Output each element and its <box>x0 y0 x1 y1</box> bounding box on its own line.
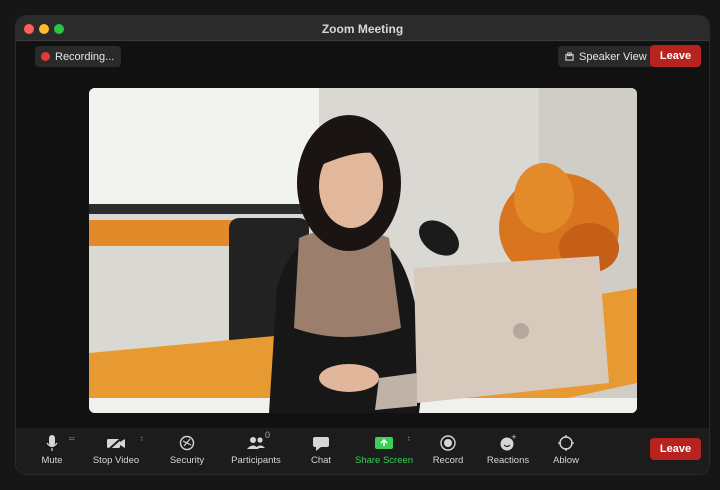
chat-label: Chat <box>310 455 332 466</box>
share-screen-label: Share Screen <box>354 455 414 466</box>
stop-video-label: Stop Video <box>92 455 140 466</box>
grid-icon <box>565 52 574 61</box>
microphone-icon <box>46 435 58 451</box>
window-title: Zoom Meeting <box>321 22 404 36</box>
ablow-icon <box>558 435 574 451</box>
shield-icon <box>179 435 195 451</box>
leave-button[interactable]: Leave <box>650 438 701 460</box>
security-label: Security <box>169 455 205 466</box>
participants-icon <box>247 437 265 449</box>
meeting-toolbar: Mute ═ Stop Video ⠆ Security Participant… <box>16 428 709 474</box>
video-camera-icon <box>107 435 125 451</box>
stop-video-button[interactable]: Stop Video <box>84 433 148 471</box>
leave-button-top[interactable]: Leave <box>650 45 701 67</box>
participants-count: 0 <box>265 430 271 440</box>
recording-dot-icon <box>41 52 50 61</box>
speaker-view-button[interactable]: Speaker View <box>558 46 654 67</box>
recording-label: Recording... <box>55 50 115 63</box>
chat-icon <box>313 437 329 451</box>
reactions-label: Reactions <box>486 455 530 466</box>
participant-video <box>89 88 637 413</box>
chat-button[interactable]: Chat <box>289 433 353 471</box>
participant-video-frame <box>89 88 637 413</box>
record-button[interactable]: Record <box>416 433 480 471</box>
ablow-button[interactable]: Ablow <box>534 433 598 471</box>
recording-indicator[interactable]: Recording... <box>35 46 122 67</box>
record-icon <box>440 435 456 451</box>
reactions-button[interactable]: + Reactions <box>476 433 540 471</box>
meeting-stage: Recording... Speaker View Leave <box>16 42 709 428</box>
video-options-icon[interactable]: ⠆ <box>140 434 146 443</box>
share-screen-icon <box>375 437 393 449</box>
record-label: Record <box>432 455 464 466</box>
title-bar: Zoom Meeting <box>16 16 709 41</box>
security-button[interactable]: Security <box>155 433 219 471</box>
share-options-icon[interactable]: ⠆ <box>407 434 413 443</box>
ablow-label: Ablow <box>553 455 579 466</box>
participants-button[interactable]: Participants <box>224 433 288 471</box>
mute-label: Mute <box>41 455 63 466</box>
svg-text:+: + <box>511 433 517 441</box>
zoom-window: Zoom Meeting Recording... Speaker View L… <box>16 16 709 474</box>
participants-label: Participants <box>231 455 281 466</box>
speaker-view-label: Speaker View <box>579 50 647 63</box>
smile-icon: + <box>500 433 517 451</box>
mute-options-icon[interactable]: ═ <box>69 434 75 443</box>
